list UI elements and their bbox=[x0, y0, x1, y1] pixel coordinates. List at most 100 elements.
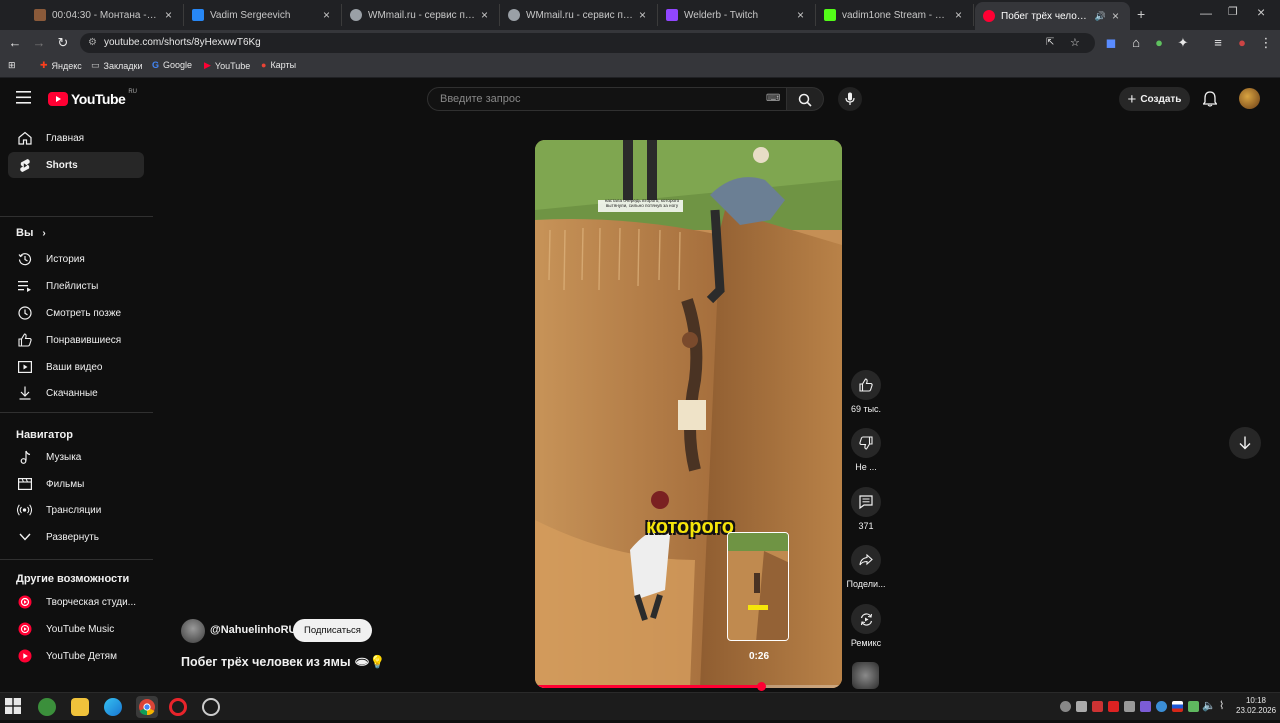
sidebar-item-shorts[interactable]: Shorts bbox=[8, 152, 144, 178]
address-bar[interactable]: ⚙ youtube.com/shorts/8yHexwwT6Kg ⇱ ☆ bbox=[80, 33, 1095, 53]
sidebar-item-watch-later[interactable]: Смотреть позже bbox=[8, 300, 144, 326]
windows-start-icon[interactable] bbox=[5, 698, 23, 716]
youtube-logo[interactable]: YouTube RU bbox=[48, 89, 137, 107]
tab-search-icon[interactable]: ≡ bbox=[1210, 35, 1226, 51]
install-app-icon[interactable]: ⇱ bbox=[1046, 33, 1054, 53]
short-title[interactable]: Побег трёх человек из ямы 🕳💡 bbox=[181, 655, 385, 670]
share-action[interactable]: Подели... bbox=[843, 545, 889, 589]
tray-app-icon[interactable] bbox=[1188, 701, 1199, 712]
sidebar-item-history[interactable]: История bbox=[8, 246, 144, 272]
back-icon[interactable]: ← bbox=[7, 35, 23, 51]
file-explorer-icon[interactable] bbox=[71, 698, 89, 716]
browser-tab[interactable]: WMmail.ru - сервис почтовых × bbox=[342, 4, 500, 26]
bookmark-folder[interactable]: ▭ Закладки bbox=[91, 60, 142, 71]
close-tab-icon[interactable]: × bbox=[797, 8, 807, 22]
close-tab-icon[interactable]: × bbox=[323, 8, 333, 22]
sidebar-item-playlists[interactable]: Плейлисты bbox=[8, 273, 144, 299]
dislike-action[interactable]: Не ... bbox=[843, 428, 889, 472]
tab-audio-icon[interactable]: 🔊 bbox=[1095, 11, 1106, 22]
dislike-button[interactable] bbox=[851, 428, 881, 458]
reload-icon[interactable]: ↻ bbox=[55, 35, 71, 51]
minimize-icon[interactable]: — bbox=[1200, 6, 1212, 20]
close-tab-icon[interactable]: × bbox=[481, 8, 491, 22]
chrome-taskbar-active[interactable] bbox=[136, 696, 158, 718]
search-input[interactable]: Введите запрос ⌨ bbox=[427, 87, 787, 111]
tray-app-icon[interactable] bbox=[1060, 701, 1071, 712]
sidebar-item-home[interactable]: Главная bbox=[8, 125, 144, 151]
tray-app-icon[interactable] bbox=[1156, 701, 1167, 712]
site-info-icon[interactable]: ⚙ bbox=[88, 33, 97, 53]
sidebar-item-your-videos[interactable]: Ваши видео bbox=[8, 354, 144, 380]
green-app-icon[interactable] bbox=[38, 698, 56, 716]
edge-browser-icon[interactable] bbox=[104, 698, 122, 716]
network-icon[interactable]: ⌇ bbox=[1219, 699, 1224, 712]
browser-tab[interactable]: vadim1one Stream - Watch Liv × bbox=[816, 4, 974, 26]
sidebar-item-downloads[interactable]: Скачанные bbox=[8, 380, 144, 406]
forward-icon[interactable]: → bbox=[31, 35, 47, 51]
tray-counter-icon[interactable] bbox=[1108, 701, 1119, 712]
browser-tab-active[interactable]: Побег трёх человек из ямы 🔊 × bbox=[975, 2, 1130, 30]
browser-tab[interactable]: WMmail.ru - сервис почтовых × bbox=[500, 4, 658, 26]
clock[interactable]: 10:18 23.02.2026 bbox=[1236, 696, 1276, 716]
bookmark-maps[interactable]: ● Карты bbox=[261, 60, 296, 70]
shorts-video-player[interactable]: настала очередь второго, которого вытяну… bbox=[535, 140, 842, 688]
sidebar-item-music[interactable]: Музыка bbox=[8, 444, 144, 470]
sidebar-you-header[interactable]: Вы › bbox=[16, 227, 46, 239]
progress-track[interactable] bbox=[535, 685, 842, 688]
channel-avatar[interactable] bbox=[181, 619, 205, 643]
translate-ext-icon[interactable]: ◼ bbox=[1103, 35, 1119, 51]
close-window-icon[interactable]: × bbox=[1257, 4, 1265, 20]
app-taskbar-icon[interactable] bbox=[202, 698, 220, 716]
notifications-bell-icon[interactable] bbox=[1202, 91, 1218, 112]
bookmark-yandex[interactable]: ✚ Яндекс bbox=[40, 60, 82, 71]
tray-app-icon[interactable] bbox=[1140, 701, 1151, 712]
search-button[interactable] bbox=[787, 87, 824, 111]
bookmark-youtube[interactable]: ▶ YouTube bbox=[204, 60, 250, 71]
maximize-icon[interactable]: ❐ bbox=[1228, 5, 1238, 18]
comments-button[interactable] bbox=[851, 487, 881, 517]
browser-tab[interactable]: Vadim Sergeevich × bbox=[184, 4, 342, 26]
volume-icon[interactable]: 🔈 bbox=[1202, 699, 1216, 712]
close-tab-icon[interactable]: × bbox=[165, 8, 175, 22]
voice-search-button[interactable] bbox=[838, 87, 862, 111]
bookmark-google[interactable]: G Google bbox=[152, 60, 192, 70]
sidebar-item-live[interactable]: Трансляции bbox=[8, 497, 144, 523]
browser-tab[interactable]: Welderb - Twitch × bbox=[658, 4, 816, 26]
sidebar-item-youtube-kids[interactable]: YouTube Детям bbox=[8, 643, 144, 669]
share-button[interactable] bbox=[851, 545, 881, 575]
comments-action[interactable]: 371 bbox=[843, 487, 889, 531]
tray-app-icon[interactable] bbox=[1124, 701, 1135, 712]
sidebar-item-films[interactable]: Фильмы bbox=[8, 471, 144, 497]
extensions-puzzle-icon[interactable]: ✦ bbox=[1175, 35, 1191, 51]
sidebar-item-liked[interactable]: Понравившиеся bbox=[8, 327, 144, 353]
language-flag-icon[interactable] bbox=[1172, 701, 1183, 712]
like-action[interactable]: 69 тыс. bbox=[843, 370, 889, 414]
bookmark-star-icon[interactable]: ☆ bbox=[1070, 33, 1080, 53]
profile-icon[interactable]: ● bbox=[1234, 35, 1250, 51]
browser-tab[interactable]: 00:04:30 - Монтана - The West × bbox=[26, 4, 184, 26]
like-button[interactable] bbox=[851, 370, 881, 400]
tray-app-icon[interactable] bbox=[1092, 701, 1103, 712]
tray-lock-icon[interactable] bbox=[1076, 701, 1087, 712]
close-tab-icon[interactable]: × bbox=[955, 8, 965, 22]
keyboard-icon[interactable]: ⌨ bbox=[766, 88, 780, 110]
progress-scrubber[interactable] bbox=[756, 682, 766, 691]
opera-browser-icon[interactable] bbox=[169, 698, 187, 716]
account-avatar[interactable] bbox=[1239, 88, 1260, 109]
guide-menu-icon[interactable] bbox=[16, 91, 31, 109]
extension-icon[interactable]: ⌂ bbox=[1128, 35, 1144, 51]
extension-icon[interactable]: ● bbox=[1151, 35, 1167, 51]
new-tab-icon[interactable]: + bbox=[1137, 6, 1145, 22]
close-tab-icon[interactable]: × bbox=[1112, 9, 1122, 23]
apps-grid-icon[interactable]: ⊞ bbox=[8, 60, 16, 71]
sidebar-item-studio[interactable]: Творческая студи... bbox=[8, 589, 144, 615]
subscribe-button[interactable]: Подписаться bbox=[293, 619, 372, 642]
channel-name[interactable]: @NahuelinhoRU bbox=[210, 624, 297, 636]
sidebar-item-expand[interactable]: Развернуть bbox=[8, 524, 144, 550]
create-button[interactable]: + Создать bbox=[1119, 87, 1190, 111]
remix-action[interactable]: Ремикс bbox=[843, 604, 889, 648]
sidebar-item-youtube-music[interactable]: YouTube Music bbox=[8, 616, 144, 642]
next-short-button[interactable] bbox=[1229, 427, 1261, 459]
remix-button[interactable] bbox=[851, 604, 881, 634]
browser-menu-icon[interactable]: ⋮ bbox=[1258, 35, 1274, 51]
